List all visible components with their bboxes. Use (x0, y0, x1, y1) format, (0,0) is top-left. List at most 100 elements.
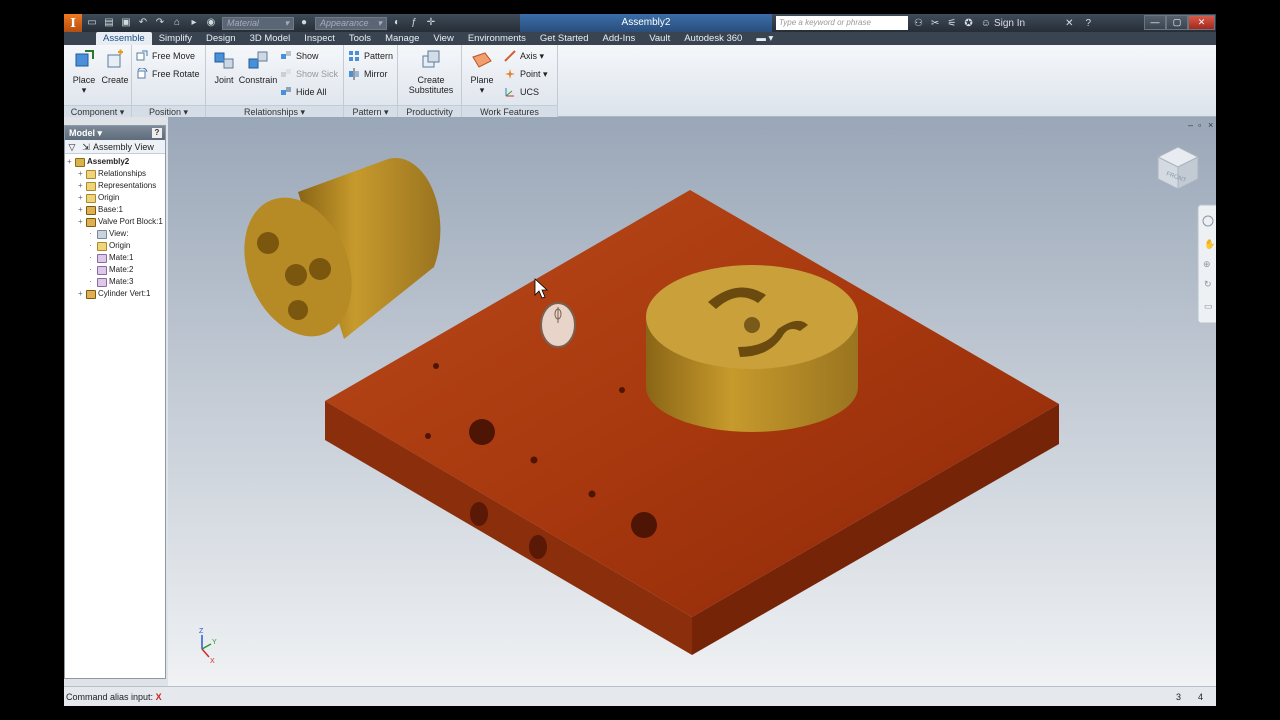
show-button[interactable]: Show (280, 49, 319, 63)
tab-3d-model[interactable]: 3D Model (243, 32, 298, 45)
expand-toggle-icon[interactable]: · (89, 252, 97, 264)
cylinder-vert[interactable] (646, 265, 858, 432)
free-rotate-button[interactable]: Free Rotate (136, 67, 200, 81)
expand-toggle-icon[interactable]: + (78, 192, 86, 204)
tools-icon[interactable]: ✂ (931, 18, 939, 29)
close-button[interactable]: ✕ (1188, 15, 1215, 30)
constrain-button[interactable]: Constrain (238, 49, 278, 85)
browser-node[interactable]: · Mate:2 (65, 264, 165, 276)
browser-node[interactable]: + Assembly2 (65, 156, 165, 168)
material-dropdown[interactable]: Material ▾ (222, 16, 294, 30)
work-features-panel-title[interactable]: Work Features (462, 105, 557, 117)
expand-toggle-icon[interactable]: + (78, 288, 86, 300)
expand-toggle-icon[interactable]: + (78, 180, 86, 192)
open-icon[interactable]: ▤ (102, 17, 116, 29)
binoculars-icon[interactable]: ⚇ (914, 18, 923, 29)
browser-node[interactable]: + Valve Port Block:1 (65, 216, 165, 228)
viewport-close-icon[interactable]: × (1208, 120, 1213, 130)
update-icon[interactable]: ◉ (204, 17, 218, 29)
command-alias-input[interactable]: X (156, 692, 162, 702)
expand-toggle-icon[interactable]: · (89, 240, 97, 252)
pan-icon[interactable]: ✋ (1204, 238, 1215, 249)
tab-tools[interactable]: Tools (342, 32, 378, 45)
pattern-button[interactable]: Pattern (348, 49, 393, 63)
component-panel-title[interactable]: Component ▾ (64, 105, 131, 117)
select-icon[interactable]: ▸ (187, 17, 201, 29)
tab-design[interactable]: Design (199, 32, 243, 45)
subscription-icon[interactable]: ⚟ (947, 18, 956, 29)
maximize-button[interactable]: ▢ (1166, 15, 1188, 30)
create-substitutes-button[interactable]: Create Substitutes (406, 49, 456, 95)
browser-header[interactable]: Model ▾ ? (65, 126, 165, 140)
browser-node[interactable]: + Cylinder Vert:1 (65, 288, 165, 300)
exchange-icon[interactable]: ✕ (1065, 18, 1073, 29)
mirror-button[interactable]: Mirror (348, 67, 388, 81)
plane-button[interactable]: Plane ▾ (464, 49, 500, 96)
browser-node[interactable]: · Origin (65, 240, 165, 252)
create-button[interactable]: Create (97, 49, 133, 85)
help-icon[interactable]: ? (1085, 18, 1091, 29)
function-icon[interactable]: ƒ (407, 17, 421, 29)
browser-node[interactable]: + Representations (65, 180, 165, 192)
hide-all-button[interactable]: Hide All (280, 85, 327, 99)
browser-node[interactable]: + Base:1 (65, 204, 165, 216)
pattern-panel-title[interactable]: Pattern ▾ (344, 105, 397, 117)
expand-toggle-icon[interactable]: · (89, 264, 97, 276)
redo-icon[interactable]: ↷ (153, 17, 167, 29)
browser-node[interactable]: + Origin (65, 192, 165, 204)
tab-autodesk-360[interactable]: Autodesk 360 (677, 32, 749, 45)
appearance-dropdown[interactable]: Appearance ▾ (315, 16, 387, 30)
expand-toggle-icon[interactable]: · (89, 276, 97, 288)
home-icon[interactable]: ⌂ (170, 17, 184, 29)
productivity-panel-title[interactable]: Productivity (398, 105, 461, 117)
browser-help-icon[interactable]: ? (152, 128, 162, 138)
graphics-window[interactable]: – ▫ × FRONT ✋ ⊕ ↻ ▭ Z Y X (168, 117, 1216, 686)
application-menu-button[interactable]: I (64, 14, 82, 32)
tab-manage[interactable]: Manage (378, 32, 426, 45)
viewport-restore-icon[interactable]: ▫ (1198, 120, 1201, 130)
browser-node[interactable]: + Relationships (65, 168, 165, 180)
undo-icon[interactable]: ↶ (136, 17, 150, 29)
tab-add-ins[interactable]: Add-Ins (596, 32, 643, 45)
tab-get-started[interactable]: Get Started (533, 32, 596, 45)
filter-icon[interactable]: ▽ (65, 140, 79, 153)
viewport-minimize-icon[interactable]: – (1188, 120, 1193, 130)
tab-vault[interactable]: Vault (642, 32, 677, 45)
browser-node[interactable]: · View: (65, 228, 165, 240)
ucs-button[interactable]: UCS (504, 85, 539, 99)
clear-appearance-icon[interactable]: ◐ (390, 17, 404, 29)
orbit-icon[interactable]: ↻ (1204, 279, 1212, 289)
star-icon[interactable]: ✪ (964, 18, 972, 29)
tab-assemble[interactable]: Assemble (96, 32, 152, 45)
expand-toggle-icon[interactable]: + (78, 168, 86, 180)
show-sick-button[interactable]: Show Sick (280, 67, 338, 81)
measure-icon[interactable]: ✛ (424, 17, 438, 29)
relationships-panel-title[interactable]: Relationships ▾ (206, 105, 343, 117)
tab-inspect[interactable]: Inspect (297, 32, 342, 45)
expand-toggle-icon[interactable]: + (78, 216, 86, 228)
expand-toggle-icon[interactable]: + (67, 156, 75, 168)
browser-node[interactable]: · Mate:3 (65, 276, 165, 288)
tab-environments[interactable]: Environments (461, 32, 533, 45)
ribbon-options-icon[interactable]: ▬ ▾ (749, 32, 780, 45)
joint-button[interactable]: Joint (206, 49, 242, 85)
free-move-button[interactable]: Free Move (136, 49, 195, 63)
new-icon[interactable]: ▭ (85, 17, 99, 29)
appearance-icon[interactable]: ● (297, 17, 311, 29)
sign-in-link[interactable]: Sign In (994, 18, 1025, 29)
save-icon[interactable]: ▣ (119, 17, 133, 29)
look-at-icon[interactable]: ▭ (1204, 301, 1213, 311)
assembly-view-selector[interactable]: Assembly View (93, 140, 154, 153)
viewport-canvas[interactable]: – ▫ × FRONT ✋ ⊕ ↻ ▭ Z Y X (168, 117, 1216, 686)
minimize-button[interactable]: — (1144, 15, 1166, 30)
tab-view[interactable]: View (426, 32, 460, 45)
position-panel-title[interactable]: Position ▾ (132, 105, 205, 117)
zoom-icon[interactable]: ⊕ (1203, 259, 1211, 269)
help-search-input[interactable]: Type a keyword or phrase (776, 16, 908, 30)
axis-button[interactable]: Axis ▾ (504, 49, 544, 63)
expand-toggle-icon[interactable]: + (78, 204, 86, 216)
tab-simplify[interactable]: Simplify (152, 32, 199, 45)
point-button[interactable]: Point ▾ (504, 67, 548, 81)
browser-node[interactable]: · Mate:1 (65, 252, 165, 264)
expand-toggle-icon[interactable]: · (89, 228, 97, 240)
